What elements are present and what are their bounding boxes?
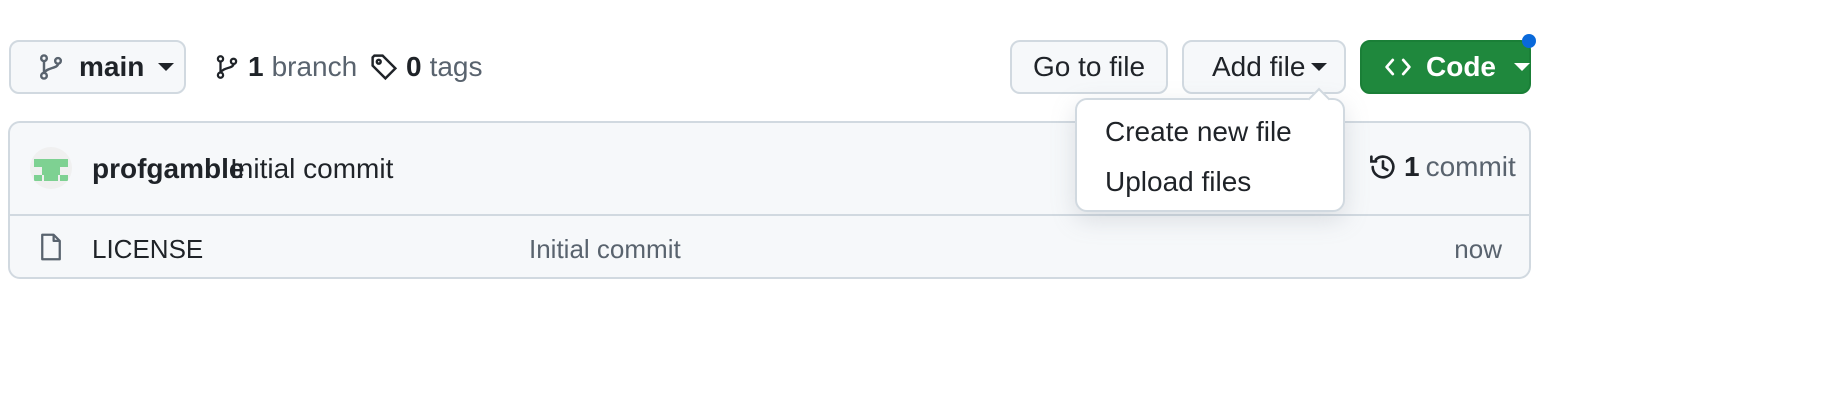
chevron-down-icon xyxy=(1514,63,1530,71)
menu-item-upload-files[interactable]: Upload files xyxy=(1105,166,1251,198)
commit-count-label: commit xyxy=(1425,151,1516,182)
branch-count: 1 xyxy=(248,51,264,82)
commit-history-link[interactable]: 1 commit xyxy=(1368,151,1516,183)
git-branch-icon xyxy=(214,53,240,81)
branch-selector-label: main xyxy=(79,51,145,82)
commit-message[interactable]: Initial commit xyxy=(230,153,393,185)
add-file-label: Add file xyxy=(1212,51,1306,82)
go-to-file-button[interactable]: Go to file xyxy=(1010,40,1168,94)
tag-label: tags xyxy=(429,51,483,82)
add-file-button[interactable]: Add file xyxy=(1182,40,1346,94)
file-row: LICENSE Initial commit now xyxy=(10,214,1529,277)
branch-label: branch xyxy=(271,51,358,82)
branch-selector-button[interactable]: main xyxy=(9,40,186,94)
chevron-down-icon xyxy=(158,63,175,71)
file-name[interactable]: LICENSE xyxy=(92,234,203,265)
file-age: now xyxy=(1454,234,1502,264)
file-commit-message[interactable]: Initial commit xyxy=(529,234,681,265)
notification-dot xyxy=(1522,34,1536,48)
chevron-down-icon xyxy=(1311,63,1328,71)
tag-icon xyxy=(370,53,398,81)
commit-author[interactable]: profgamble xyxy=(92,153,244,185)
file-icon xyxy=(38,233,64,266)
commit-count: 1 xyxy=(1404,151,1420,182)
tags-link[interactable]: 0 tags xyxy=(370,48,483,86)
history-icon xyxy=(1368,152,1398,182)
code-label: Code xyxy=(1426,51,1496,82)
tag-count: 0 xyxy=(406,51,422,82)
code-button[interactable]: Code xyxy=(1360,40,1531,94)
git-branch-icon xyxy=(37,53,65,81)
avatar[interactable] xyxy=(30,147,72,189)
menu-item-create-new-file[interactable]: Create new file xyxy=(1105,116,1292,148)
branches-link[interactable]: 1 branch xyxy=(214,48,357,86)
go-to-file-label: Go to file xyxy=(1032,51,1146,82)
add-file-menu: Create new file Upload files xyxy=(1075,87,1345,212)
code-icon xyxy=(1384,53,1412,81)
